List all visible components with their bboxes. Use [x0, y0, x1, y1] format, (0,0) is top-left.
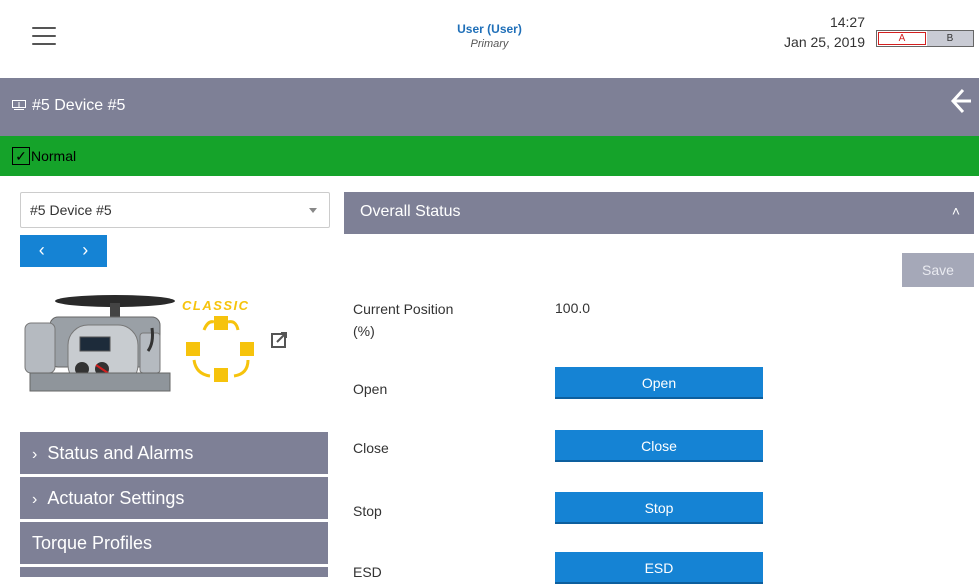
sidebar-item-partial[interactable]: [20, 567, 328, 577]
close-button[interactable]: Close: [555, 430, 763, 462]
chevron-right-icon: ›: [32, 446, 38, 463]
save-button[interactable]: Save: [902, 253, 974, 287]
close-label: Close: [353, 440, 389, 456]
sidebar-item-status-and-alarms[interactable]: › Status and Alarms: [20, 432, 328, 474]
stop-label: Stop: [353, 503, 382, 519]
prev-device-button[interactable]: ‹: [20, 235, 64, 267]
esd-button[interactable]: ESD: [555, 552, 763, 584]
check-icon: ✓: [12, 147, 30, 165]
panel-title: Overall Status: [360, 203, 461, 220]
open-label: Open: [353, 381, 388, 397]
toggle-option-a[interactable]: A: [878, 32, 926, 45]
top-bar: User (User) Primary 14:27 Jan 25, 2019 A…: [0, 0, 979, 78]
clock-date: Jan 25, 2019: [784, 34, 865, 50]
title-bar: [0, 78, 979, 136]
chevron-up-icon[interactable]: ˄: [952, 203, 960, 219]
page-title: #5 Device #5: [32, 97, 126, 114]
status-bar: [0, 136, 979, 176]
status-label: Normal: [31, 148, 77, 164]
sidebar-item-label: Status and Alarms: [47, 443, 194, 463]
device-icon: [12, 100, 26, 110]
external-link-icon[interactable]: [270, 331, 288, 349]
ab-toggle[interactable]: A B: [876, 30, 974, 47]
chevron-down-icon: [309, 208, 317, 213]
esd-label: ESD: [353, 564, 382, 580]
sidebar-item-torque-profiles[interactable]: Torque Profiles: [20, 522, 328, 564]
current-position-label: Current Position (%): [353, 301, 454, 339]
chevron-right-icon: ›: [32, 491, 38, 508]
sidebar-item-label: Actuator Settings: [47, 488, 185, 508]
device-select[interactable]: #5 Device #5: [20, 192, 330, 228]
next-device-button[interactable]: ›: [64, 235, 108, 267]
back-arrow-icon[interactable]: [947, 86, 971, 122]
classic-logo-icon: [186, 316, 254, 382]
stop-button[interactable]: Stop: [555, 492, 763, 524]
device-select-value: #5 Device #5: [30, 202, 112, 218]
open-button[interactable]: Open: [555, 367, 763, 399]
device-nav: ‹ ›: [20, 235, 107, 267]
clock: 14:27 Jan 25, 2019: [755, 12, 865, 52]
toggle-option-b[interactable]: B: [927, 31, 973, 46]
overall-status-panel-header[interactable]: Overall Status ˄: [344, 192, 974, 234]
clock-time: 14:27: [829, 14, 865, 30]
sidebar-item-actuator-settings[interactable]: › Actuator Settings: [20, 477, 328, 519]
sidebar-item-label: Torque Profiles: [32, 533, 153, 553]
current-position-value: 100.0: [555, 300, 591, 316]
actuator-image: [24, 295, 175, 392]
